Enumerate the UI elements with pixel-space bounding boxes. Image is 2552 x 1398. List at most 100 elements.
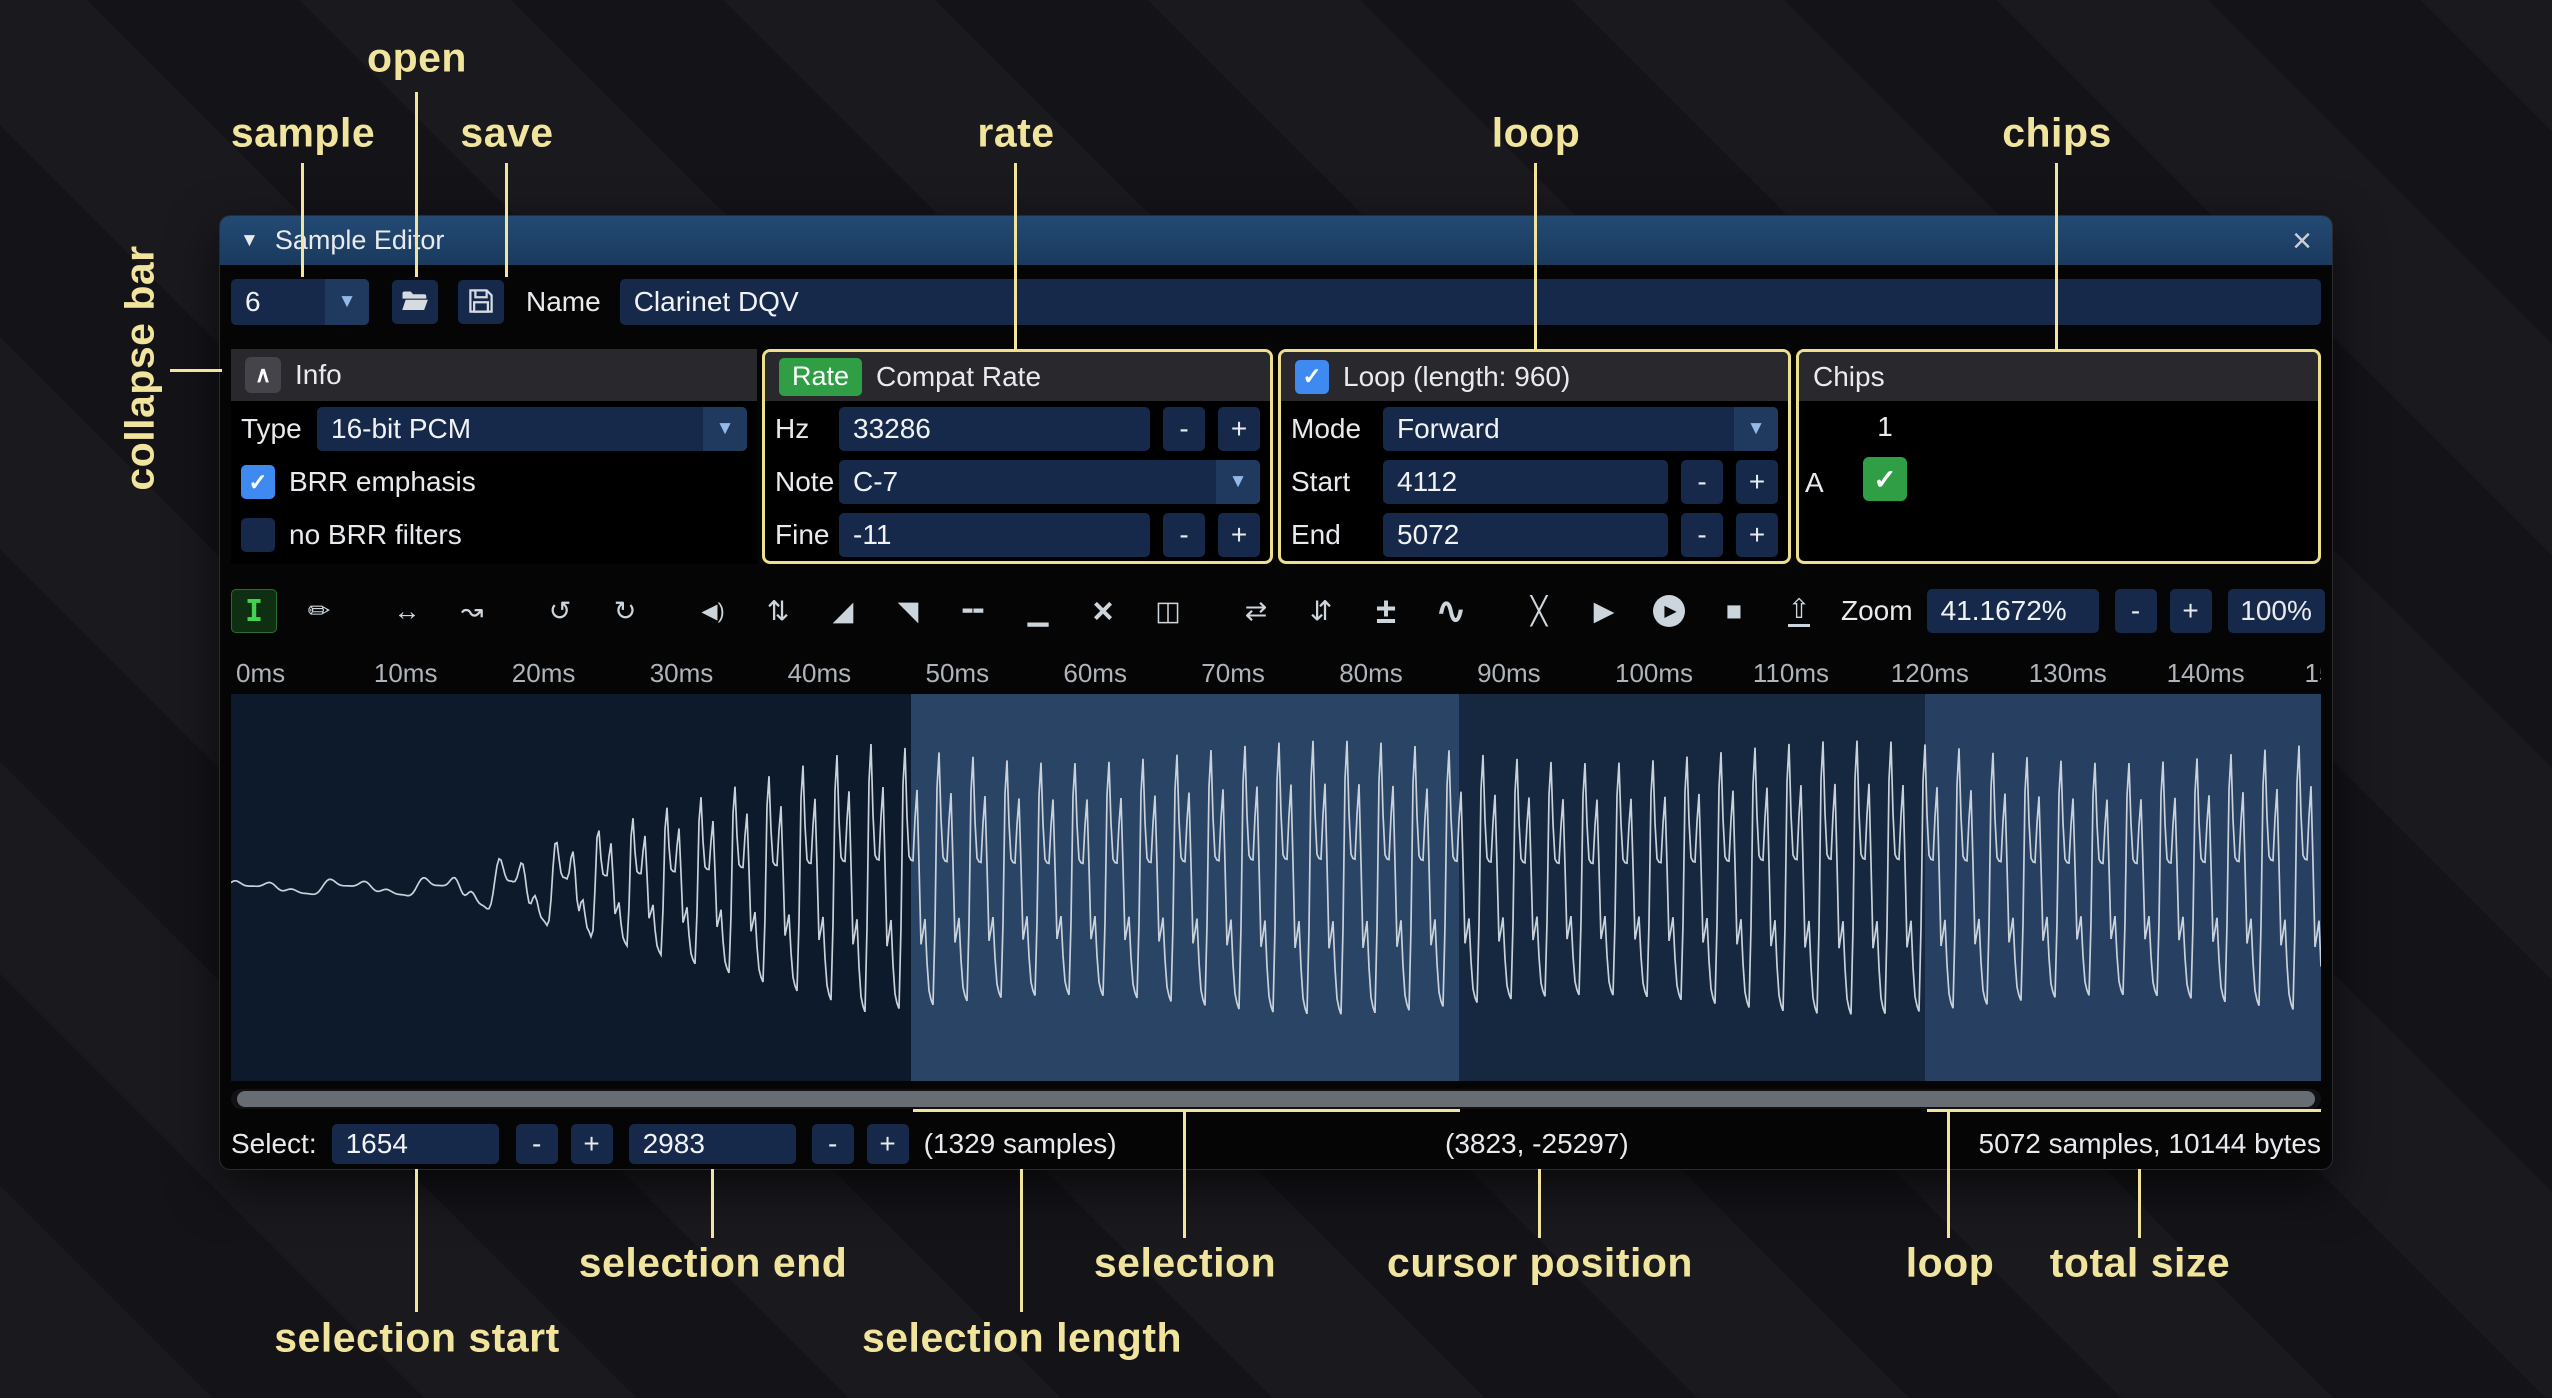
resample-icon: ↝ (461, 596, 484, 627)
ruler-tick-label: 0ms (236, 658, 285, 689)
ruler-tick-label: 10ms (374, 658, 438, 689)
insert-silence-button[interactable]: ╌ (950, 589, 996, 633)
preview-button[interactable]: ▶ (1581, 589, 1627, 633)
loop-start-increase-button[interactable]: + (1736, 460, 1778, 504)
invert-button[interactable]: ⇵ (1298, 589, 1344, 633)
sign-invert-button[interactable]: ± (1363, 589, 1409, 633)
zoom-input[interactable]: 41.1672% (1927, 589, 2099, 633)
annotation-line (1534, 163, 1537, 350)
scrollbar-thumb[interactable] (237, 1091, 2315, 1107)
import-button[interactable]: ⇧ (1776, 589, 1822, 633)
note-select[interactable]: C-7 ▼ (839, 460, 1260, 504)
hz-increase-button[interactable]: + (1218, 407, 1260, 451)
sample-editor-window: ▼ Sample Editor × 6 ▼ Name Clarinet DQV (220, 216, 2332, 1169)
annotation-rate: rate (977, 110, 1054, 157)
horizontal-scrollbar[interactable] (231, 1089, 2321, 1109)
redo-button[interactable]: ↻ (602, 589, 648, 633)
annotation-open: open (367, 35, 467, 82)
fine-decrease-button[interactable]: - (1163, 513, 1205, 557)
note-label: Note (775, 466, 839, 498)
stop-button[interactable]: ■ (1711, 589, 1757, 633)
zoom-out-button[interactable]: - (2115, 589, 2157, 633)
selection-start-increase-button[interactable]: + (571, 1124, 613, 1164)
zoom-cluster: Zoom 41.1672% - + 100% (1841, 589, 2325, 633)
collapse-info-button[interactable]: ∧ (245, 357, 281, 393)
reverse-button[interactable]: ⇄ (1233, 589, 1279, 633)
normalize-button[interactable]: ⇅ (755, 589, 801, 633)
titlebar[interactable]: ▼ Sample Editor × (220, 216, 2332, 265)
chip-a-enable-checkbox[interactable]: ✓ (1863, 457, 1907, 501)
edit-mode-draw-icon: ✏ (308, 596, 331, 627)
ruler-tick-label: 40ms (788, 658, 852, 689)
status-bar: Select: 1654 - + 2983 - + (1329 samples)… (231, 1122, 2321, 1166)
trim-button[interactable]: ◫ (1145, 589, 1191, 633)
resize-button[interactable]: ↔ (384, 589, 430, 633)
edit-mode-select-button[interactable]: I (231, 589, 277, 633)
folder-open-icon (400, 286, 430, 319)
chips-header-label: Chips (1813, 361, 1885, 393)
zoom-in-button[interactable]: + (2170, 589, 2212, 633)
invert-icon: ⇵ (1310, 596, 1333, 627)
open-button[interactable] (392, 280, 438, 324)
window-collapse-icon[interactable]: ▼ (240, 230, 259, 252)
loop-start-decrease-button[interactable]: - (1681, 460, 1723, 504)
close-icon[interactable]: × (2292, 224, 2312, 258)
name-input[interactable]: Clarinet DQV (620, 279, 2321, 325)
loop-header-label: Loop (length: 960) (1343, 361, 1570, 393)
fine-input[interactable]: -11 (839, 513, 1150, 557)
annotation-line (2138, 1169, 2141, 1238)
ruler-tick-label: 50ms (926, 658, 990, 689)
ruler-tick-label: 100ms (1615, 658, 1693, 689)
selection-end-input[interactable]: 2983 (629, 1124, 796, 1164)
note-value: C-7 (853, 466, 898, 498)
fade-in-button[interactable]: ◢ (820, 589, 866, 633)
sample-selector[interactable]: 6 ▼ (231, 279, 369, 325)
crossfade-icon: ╳ (1531, 596, 1547, 627)
chevron-down-icon: ▼ (1216, 460, 1260, 504)
no-brr-filters-checkbox[interactable] (241, 518, 275, 552)
annotation-selection-length: selection length (862, 1315, 1182, 1362)
annotation-line (170, 369, 222, 372)
hz-decrease-button[interactable]: - (1163, 407, 1205, 451)
fade-out-button[interactable]: ◥ (885, 589, 931, 633)
chips-header: Chips (1799, 352, 2318, 401)
ruler-tick-label: 20ms (512, 658, 576, 689)
loop-enable-checkbox[interactable]: ✓ (1295, 360, 1329, 394)
loop-mode-select[interactable]: Forward ▼ (1383, 407, 1778, 451)
fine-value: -11 (853, 519, 891, 551)
play-button[interactable]: ▶ (1646, 589, 1692, 633)
timeline-ruler[interactable]: 0ms 10ms 20ms 30ms 40ms 50ms 60ms 70ms 8… (231, 648, 2321, 694)
loop-end-input[interactable]: 5072 (1383, 513, 1668, 557)
apply-silence-button[interactable]: ▁ (1015, 589, 1061, 633)
selection-end-decrease-button[interactable]: - (812, 1124, 854, 1164)
ruler-tick-label: 30ms (650, 658, 714, 689)
loop-end-decrease-button[interactable]: - (1681, 513, 1723, 557)
fine-increase-button[interactable]: + (1218, 513, 1260, 557)
selection-end-increase-button[interactable]: + (867, 1124, 909, 1164)
delete-icon: × (1092, 590, 1113, 632)
delete-button[interactable]: × (1080, 589, 1126, 633)
filter-button[interactable]: ∿ (1428, 589, 1474, 633)
brr-emphasis-checkbox[interactable]: ✓ (241, 465, 275, 499)
zoom-reset-button[interactable]: 100% (2228, 589, 2325, 633)
brr-emphasis-label: BRR emphasis (289, 466, 476, 498)
edit-mode-draw-button[interactable]: ✏ (296, 589, 342, 633)
loop-start-input[interactable]: 4112 (1383, 460, 1668, 504)
ruler-tick-label: 140ms (2167, 658, 2245, 689)
hz-input[interactable]: 33286 (839, 407, 1150, 451)
selection-start-decrease-button[interactable]: - (516, 1124, 558, 1164)
waveform-display[interactable] (231, 694, 2321, 1081)
amplify-button[interactable]: ◀) (690, 589, 736, 633)
loop-end-increase-button[interactable]: + (1736, 513, 1778, 557)
crossfade-button[interactable]: ╳ (1516, 589, 1562, 633)
rate-header: Rate Compat Rate (765, 352, 1270, 401)
loop-mode-row: Mode Forward ▼ (1291, 407, 1778, 451)
sample-type-select[interactable]: 16-bit PCM ▼ (317, 407, 747, 451)
resample-button[interactable]: ↝ (449, 589, 495, 633)
annotation-line (505, 163, 508, 277)
info-header[interactable]: ∧ Info (231, 349, 757, 401)
save-button[interactable] (458, 280, 504, 324)
undo-button[interactable]: ↺ (537, 589, 583, 633)
selection-start-input[interactable]: 1654 (332, 1124, 499, 1164)
insert-silence-icon: ╌ (962, 590, 984, 632)
